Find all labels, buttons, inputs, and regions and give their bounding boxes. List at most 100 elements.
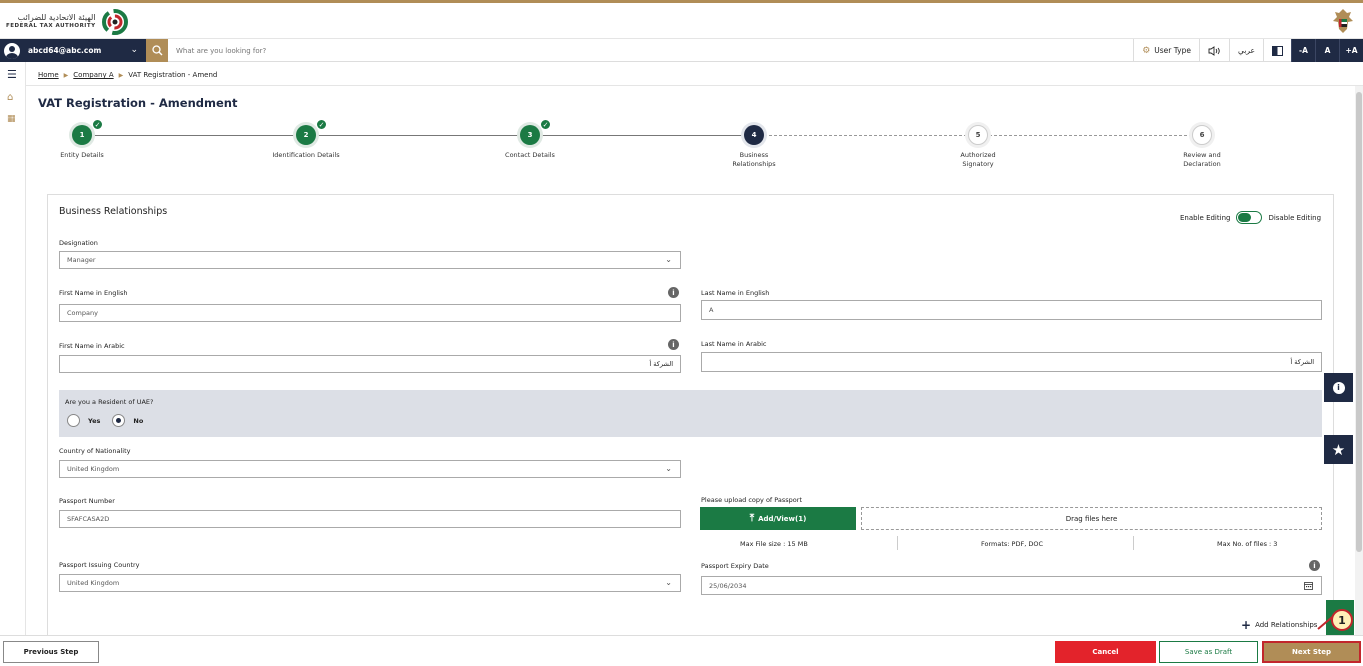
page-scrollbar-thumb[interactable]: [1356, 92, 1362, 552]
editing-toggle[interactable]: [1236, 211, 1263, 224]
resident-yes-radio[interactable]: [67, 414, 80, 427]
user-type-button[interactable]: ⚙ User Type: [1133, 39, 1199, 62]
resident-radio-group: Yes No: [67, 414, 143, 427]
step-business-relationships[interactable]: 4 Business Relationships: [689, 125, 819, 169]
first-name-en-field[interactable]: Company: [59, 304, 681, 322]
fta-logo[interactable]: الهيئة الاتحادية للضرائب FEDERAL TAX AUT…: [6, 9, 128, 35]
designation-value: Manager: [67, 256, 96, 264]
uae-emblem-icon: [1331, 7, 1355, 39]
passport-country-select[interactable]: United Kingdom ⌄: [59, 574, 681, 592]
cancel-button[interactable]: Cancel: [1055, 641, 1156, 663]
breadcrumb-separator-icon: ▶: [118, 71, 124, 79]
calendar-icon[interactable]: [1304, 581, 1313, 590]
step-label: Entity Details: [60, 151, 104, 159]
gear-icon: ⚙: [1142, 45, 1151, 56]
font-normal-button[interactable]: A: [1315, 39, 1339, 62]
breadcrumb-separator-icon: ▶: [63, 71, 69, 79]
check-icon: ✓: [316, 119, 327, 130]
page-title: VAT Registration - Amendment: [38, 96, 238, 110]
breadcrumb-home-link[interactable]: Home: [38, 71, 59, 79]
add-view-upload-button[interactable]: ⤒ Add/View(1): [700, 507, 856, 530]
logo-text-arabic: الهيئة الاتحادية للضرائب: [17, 13, 96, 22]
grid-apps-icon[interactable]: ▦: [7, 114, 16, 124]
resident-question: Are you a Resident of UAE?: [65, 398, 154, 406]
first-name-ar-field[interactable]: الشركة أ: [59, 355, 681, 373]
designation-select[interactable]: Manager ⌄: [59, 251, 681, 269]
step-label: Business Relationships: [732, 151, 776, 168]
step-number: 3: [520, 125, 540, 145]
last-name-ar-label: Last Name in Arabic: [701, 340, 767, 348]
callout-badge: 1: [1331, 609, 1353, 631]
info-divider: [897, 536, 898, 550]
first-name-ar-label: First Name in Arabic: [59, 342, 125, 350]
contrast-icon: [1272, 45, 1283, 56]
info-side-button[interactable]: i: [1324, 373, 1353, 402]
last-name-ar-field[interactable]: الشركة أ: [701, 352, 1322, 372]
file-formats: Formats: PDF, DOC: [981, 540, 1044, 548]
language-toggle[interactable]: عربي: [1229, 39, 1263, 62]
disable-editing-label: Disable Editing: [1268, 213, 1322, 222]
passport-expiry-field[interactable]: 25/06/2034: [701, 576, 1322, 595]
nationality-select[interactable]: United Kingdom ⌄: [59, 460, 681, 478]
font-increase-button[interactable]: +A: [1339, 39, 1363, 62]
previous-step-button[interactable]: Previous Step: [3, 641, 99, 663]
first-name-ar-value: الشركة أ: [649, 360, 673, 368]
breadcrumb-divider: [26, 85, 1363, 86]
search-input[interactable]: [176, 44, 776, 58]
last-name-en-field[interactable]: A: [701, 300, 1322, 320]
user-type-label: User Type: [1154, 46, 1191, 55]
search-button[interactable]: [146, 39, 168, 62]
first-name-en-value: Company: [67, 309, 98, 317]
search-icon: [151, 45, 162, 56]
step-identification-details[interactable]: 2 ✓ Identification Details: [241, 119, 371, 160]
logo-text-english: FEDERAL TAX AUTHORITY: [6, 23, 96, 29]
step-contact-details[interactable]: 3 ✓ Contact Details: [465, 119, 595, 160]
favorites-side-button[interactable]: ★: [1324, 435, 1353, 464]
chevron-down-icon: ⌄: [665, 464, 672, 473]
star-icon: ★: [1331, 440, 1346, 459]
file-dropzone[interactable]: Drag files here: [861, 507, 1322, 530]
upload-icon: ⤒: [749, 513, 755, 524]
user-menu[interactable]: abcd64@abc.com ⌄: [0, 39, 146, 62]
save-as-draft-button[interactable]: Save as Draft: [1159, 641, 1258, 663]
home-icon[interactable]: ⌂: [7, 92, 13, 103]
font-decrease-button[interactable]: -A: [1291, 39, 1315, 62]
step-review-declaration[interactable]: 6 Review and Declaration: [1137, 125, 1267, 169]
passport-expiry-value: 25/06/2034: [709, 581, 747, 590]
hamburger-menu-icon[interactable]: ☰: [7, 68, 17, 81]
step-number: 4: [744, 125, 764, 145]
step-label: Contact Details: [505, 151, 555, 159]
breadcrumb-company-link[interactable]: Company A: [73, 71, 113, 79]
fta-logo-icon: [101, 9, 128, 35]
footer-actions: Previous Step Cancel Save as Draft Next …: [0, 635, 1363, 666]
passport-number-field[interactable]: SFAFCASA2D: [59, 510, 681, 528]
chevron-down-icon: ⌄: [665, 255, 672, 264]
step-number: 6: [1192, 125, 1212, 145]
plus-icon: +: [1241, 618, 1252, 632]
info-icon[interactable]: i: [668, 339, 679, 350]
step-entity-details[interactable]: 1 ✓ Entity Details: [17, 119, 147, 160]
nationality-label: Country of Nationality: [59, 447, 131, 455]
text-to-speech-button[interactable]: [1199, 39, 1229, 62]
logo-text: الهيئة الاتحادية للضرائب FEDERAL TAX AUT…: [6, 13, 96, 31]
resident-yes-label: Yes: [88, 416, 101, 425]
add-relationships-button[interactable]: + Add Relationships: [1241, 618, 1317, 632]
max-file-size: Max File size : 15 MB: [740, 540, 808, 548]
upload-passport-label: Please upload copy of Passport: [701, 496, 802, 504]
passport-number-label: Passport Number: [59, 497, 115, 505]
passport-country-value: United Kingdom: [67, 579, 120, 587]
info-divider: [1133, 536, 1134, 550]
passport-expiry-label: Passport Expiry Date: [701, 562, 769, 570]
resident-no-radio[interactable]: [112, 414, 126, 427]
resident-question-block: Are you a Resident of UAE? Yes No: [59, 390, 1322, 437]
step-authorized-signatory[interactable]: 5 Authorized Signatory: [913, 125, 1043, 169]
check-icon: ✓: [540, 119, 551, 130]
info-icon[interactable]: i: [1309, 560, 1320, 571]
next-step-button[interactable]: Next Step: [1262, 641, 1361, 663]
contrast-toggle[interactable]: [1263, 39, 1291, 62]
user-avatar-icon: [4, 42, 20, 59]
info-icon[interactable]: i: [668, 287, 679, 298]
last-name-en-value: A: [709, 306, 714, 314]
breadcrumb-current: VAT Registration - Amend: [128, 71, 218, 79]
designation-label: Designation: [59, 239, 98, 247]
